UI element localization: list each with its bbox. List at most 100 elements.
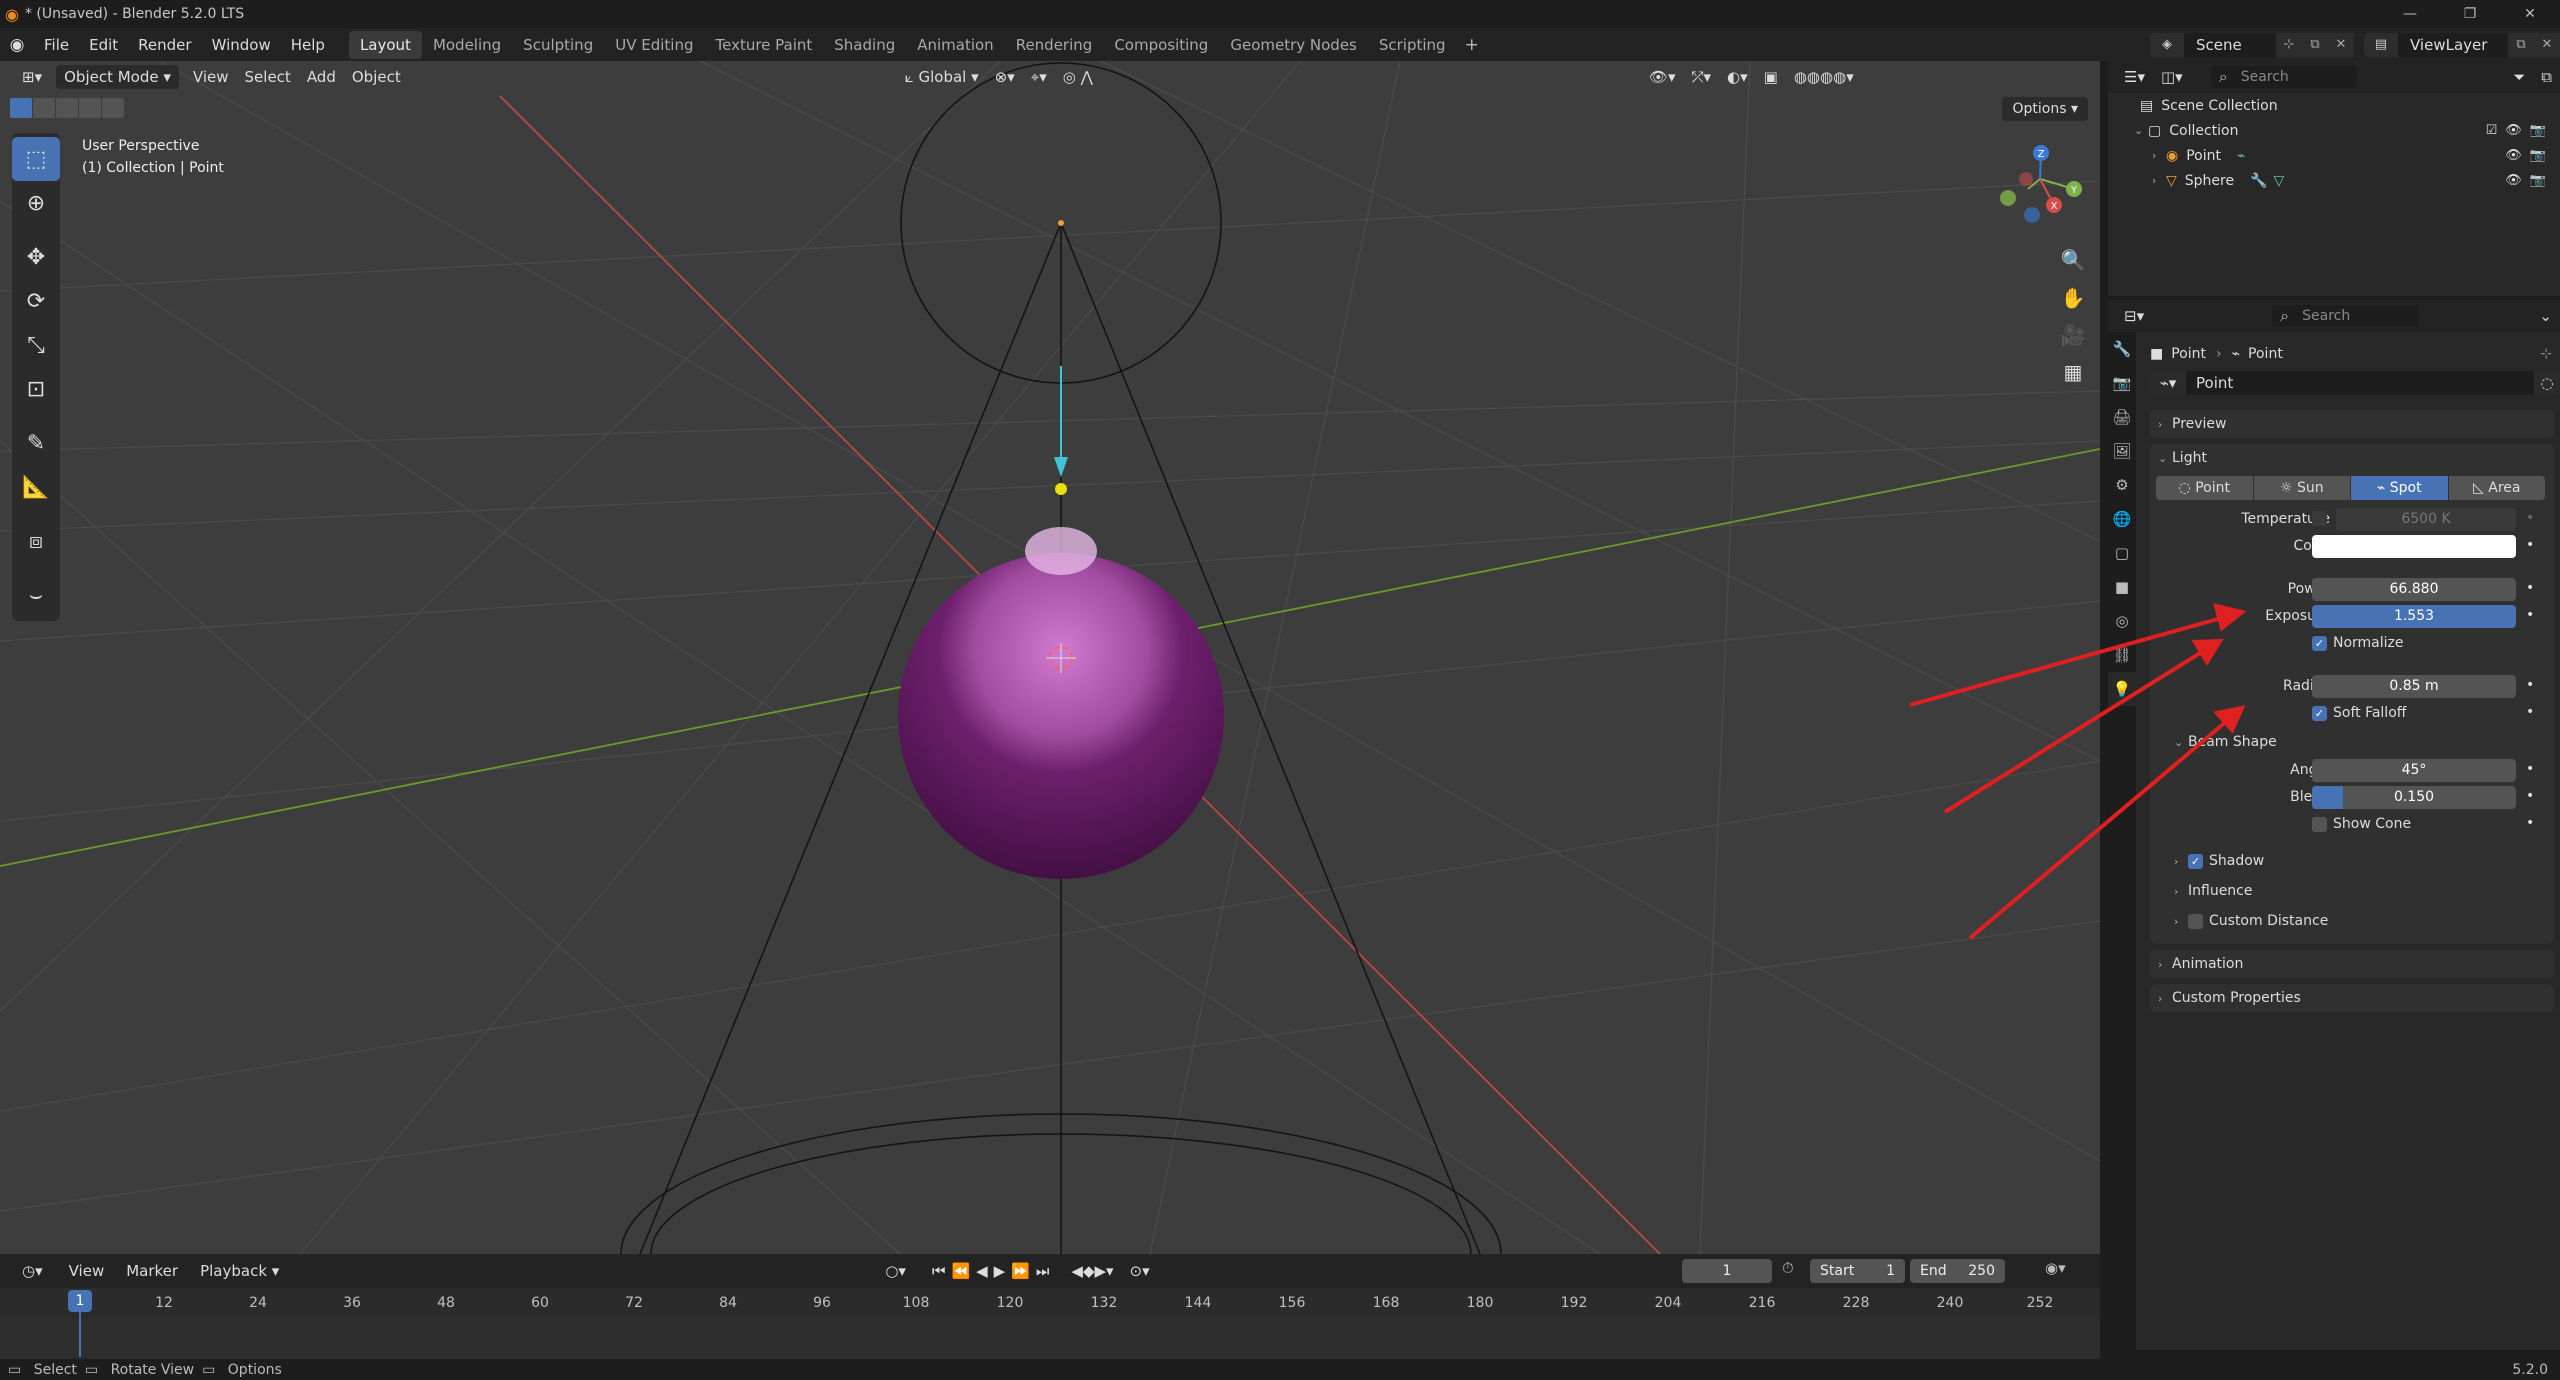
timeline-editor-type-icon[interactable]: ◷▾ xyxy=(14,1259,51,1283)
measure-tool[interactable]: 📐 xyxy=(12,465,60,509)
render-tab-icon[interactable]: 📷 xyxy=(2108,366,2136,400)
keyframe-dot-icon[interactable]: • xyxy=(2526,704,2534,720)
view-layer-tab-icon[interactable]: 🖼 xyxy=(2108,434,2136,468)
pan-hand-icon[interactable]: ✋ xyxy=(2055,281,2091,315)
exposure-field[interactable]: 1.553 xyxy=(2312,605,2516,628)
maximize-button[interactable]: ❐ xyxy=(2440,0,2500,28)
properties-options-icon[interactable]: ⌄ xyxy=(2531,304,2560,328)
light-data-icon[interactable]: ⌁ xyxy=(2237,148,2245,164)
physics-tab-icon[interactable]: ◎ xyxy=(2108,604,2136,638)
menu-help[interactable]: Help xyxy=(281,36,335,54)
tab-animation[interactable]: Animation xyxy=(906,31,1004,59)
object-tab-icon[interactable]: ■ xyxy=(2108,570,2136,604)
options-dropdown[interactable]: Options ▾ xyxy=(2002,97,2088,121)
light-type-point[interactable]: ◌ Point xyxy=(2156,476,2253,500)
pin-icon[interactable]: ⊹ xyxy=(2276,32,2302,57)
tab-scripting[interactable]: Scripting xyxy=(1368,31,1457,59)
tab-layout[interactable]: Layout xyxy=(348,30,422,59)
select-subtract-icon[interactable] xyxy=(56,98,78,118)
select-invert-icon[interactable] xyxy=(79,98,101,118)
scene-selector[interactable]: ◈ Scene ⊹ ⧉ ✕ xyxy=(2150,32,2354,57)
new-collection-icon[interactable]: ⧉ xyxy=(2533,65,2560,89)
close-button[interactable]: ✕ xyxy=(2500,0,2560,28)
playhead[interactable]: 1 xyxy=(68,1290,92,1312)
light-type-sun[interactable]: ☼ Sun xyxy=(2253,476,2350,500)
scene-tab-icon[interactable]: ⚙ xyxy=(2108,468,2136,502)
constraints-tab-icon[interactable]: ⛓ xyxy=(2108,638,2136,672)
eye-icon[interactable]: 👁 xyxy=(2505,173,2522,188)
shading-modes-icon[interactable]: ◍◍◍◍▾ xyxy=(1786,65,1862,89)
cursor-tool[interactable]: ⊕ xyxy=(12,181,60,225)
preview-panel[interactable]: › Preview xyxy=(2150,410,2554,438)
scene-collection-row[interactable]: ▤ Scene Collection xyxy=(2108,93,2560,118)
add-cube-tool[interactable]: ⧈ xyxy=(12,519,60,563)
tab-rendering[interactable]: Rendering xyxy=(1005,31,1104,59)
new-scene-icon[interactable]: ⧉ xyxy=(2302,32,2328,57)
collection-row[interactable]: ⌄ ▢ Collection ☑ 👁 📷 xyxy=(2108,118,2560,143)
scene-name[interactable]: Scene xyxy=(2184,32,2276,57)
camera-icon[interactable]: 📷 xyxy=(2530,173,2546,188)
timeline-menu-view[interactable]: View xyxy=(61,1259,113,1283)
camera-view-icon[interactable]: 🎥 xyxy=(2055,318,2091,352)
keyframe-dot-icon[interactable]: • xyxy=(2526,607,2534,623)
radius-field[interactable]: 0.85 m xyxy=(2312,675,2516,698)
blend-slider[interactable]: 0.150 xyxy=(2312,786,2516,809)
preview-range-icon[interactable]: ⏱ xyxy=(1782,1259,1794,1277)
3d-viewport[interactable]: ⊞▾ Object Mode ▾ View Select Add Object … xyxy=(0,61,2100,1254)
auto-keying-icon[interactable]: ⊙▾ xyxy=(1122,1259,1158,1283)
custom-properties-panel-header[interactable]: › Custom Properties xyxy=(2150,984,2554,1012)
new-view-layer-icon[interactable]: ⧉ xyxy=(2508,32,2534,57)
pin-icon[interactable]: ⊹ xyxy=(2540,346,2552,362)
normalize-checkbox[interactable]: ✓ Normalize xyxy=(2312,635,2404,651)
viewport-menu-select[interactable]: Select xyxy=(237,65,299,89)
tab-geometry-nodes[interactable]: Geometry Nodes xyxy=(1219,31,1368,59)
light-panel-header[interactable]: ⌄ Light xyxy=(2150,444,2554,472)
power-field[interactable]: 66.880 xyxy=(2312,578,2516,601)
keyframe-dot-icon[interactable]: • xyxy=(2526,510,2534,526)
preview-panel-header[interactable]: › Preview xyxy=(2150,410,2554,438)
animation-panel-header[interactable]: › Animation xyxy=(2150,950,2554,978)
add-workspace-button[interactable]: + xyxy=(1457,35,1487,55)
properties-editor-type-icon[interactable]: ⊟▾ xyxy=(2116,304,2152,328)
temperature-checkbox[interactable] xyxy=(2312,511,2327,526)
animation-panel[interactable]: › Animation xyxy=(2150,950,2554,978)
custom-distance-checkbox[interactable] xyxy=(2188,913,2203,929)
properties-editor[interactable]: ⊟▾ Search ⌄ 🔧 📷 🖨 🖼 ⚙ 🌐 ▢ ■ ◎ ⛓ 💡 ■ Poin… xyxy=(2108,300,2560,1350)
world-tab-icon[interactable]: 🌐 xyxy=(2108,502,2136,536)
eye-icon[interactable]: 👁 xyxy=(2505,148,2522,163)
color-swatch[interactable] xyxy=(2312,535,2516,558)
output-tab-icon[interactable]: 🖨 xyxy=(2108,400,2136,434)
delete-scene-icon[interactable]: ✕ xyxy=(2328,32,2354,57)
menu-file[interactable]: File xyxy=(34,36,79,54)
end-frame-field[interactable]: End 250 xyxy=(1910,1259,2005,1283)
playback-controls[interactable]: ⏮⏪◀▶⏩⏭ xyxy=(924,1259,1063,1283)
pivot-icon[interactable]: ⊗▾ xyxy=(987,65,1023,89)
angle-field[interactable]: 45° xyxy=(2312,759,2516,782)
chevron-right-icon[interactable]: › xyxy=(2152,174,2166,187)
display-mode-icon[interactable]: ◫▾ xyxy=(2153,65,2191,89)
show-cone-checkbox[interactable]: Show Cone xyxy=(2312,816,2411,832)
tab-shading[interactable]: Shading xyxy=(823,31,906,59)
delete-view-layer-icon[interactable]: ✕ xyxy=(2534,32,2560,57)
rotate-tool[interactable]: ⟳ xyxy=(12,279,60,323)
shadow-checkbox[interactable]: ✓ xyxy=(2188,853,2203,869)
viewport-menu-object[interactable]: Object xyxy=(344,65,409,89)
keyframe-nav-icon[interactable]: ◀◆▶▾ xyxy=(1063,1259,1121,1283)
keying-icon[interactable]: ○▾ xyxy=(877,1259,914,1283)
exclude-checkbox-icon[interactable]: ☑ xyxy=(2486,123,2498,138)
timeline-menu-playback[interactable]: Playback ▾ xyxy=(192,1259,287,1283)
view-layer-name[interactable]: ViewLayer xyxy=(2398,32,2508,57)
keyframe-dot-icon[interactable]: • xyxy=(2526,761,2534,777)
timeline-editor[interactable]: ◷▾ View Marker Playback ▾ ○▾ ⏮⏪◀▶⏩⏭ ◀◆▶▾… xyxy=(0,1254,2100,1359)
fake-user-icon[interactable]: ◌ xyxy=(2534,371,2560,395)
viewport-scene[interactable] xyxy=(0,61,2100,1254)
mesh-data-icon[interactable]: ▽ xyxy=(2274,173,2285,189)
tab-texture-paint[interactable]: Texture Paint xyxy=(704,31,823,59)
menu-render[interactable]: Render xyxy=(128,36,201,54)
filter-icon[interactable]: ⏷ xyxy=(2505,65,2533,89)
datablock-name[interactable]: Point xyxy=(2186,371,2534,395)
properties-search[interactable]: Search xyxy=(2272,305,2419,327)
tab-compositing[interactable]: Compositing xyxy=(1103,31,1219,59)
visibility-icon[interactable]: 👁▾ xyxy=(1641,65,1684,89)
menu-window[interactable]: Window xyxy=(202,36,281,54)
